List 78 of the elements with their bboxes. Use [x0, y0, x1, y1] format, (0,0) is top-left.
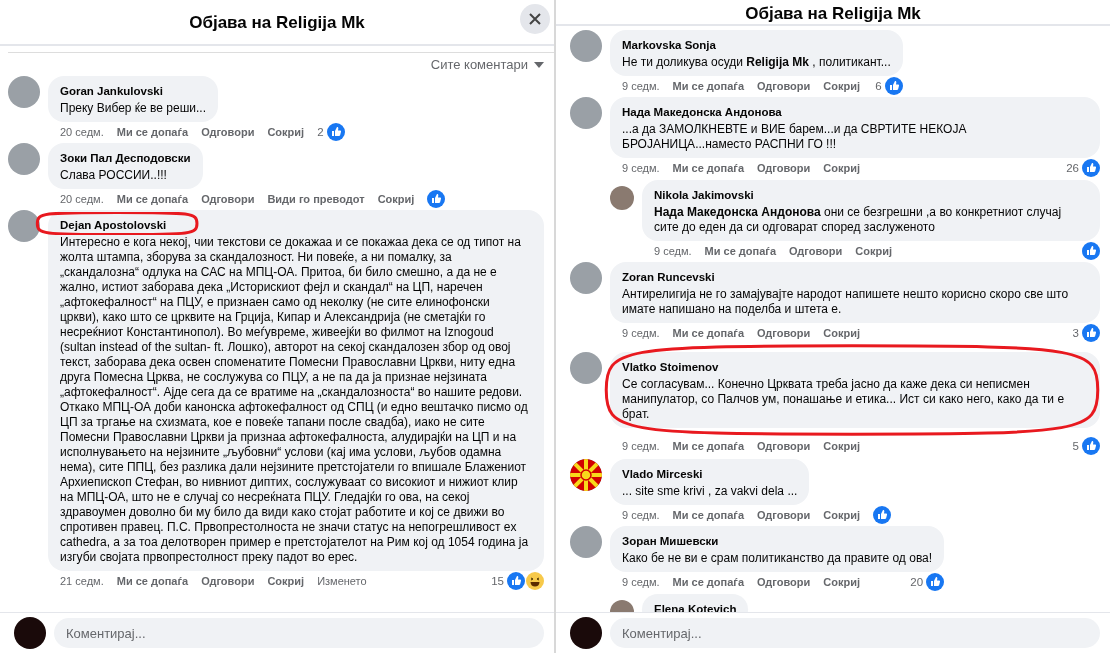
timestamp[interactable]: 9 седм.: [622, 327, 660, 339]
close-button[interactable]: [520, 4, 550, 34]
timestamp[interactable]: 9 седм.: [622, 440, 660, 452]
comment-text: ...а да ЗАМОЛКНЕВТЕ и ВИЕ барем...и да СВРТИТЕ НЕКОЈА БРОЈАНИЦА...наместо РАСПНИ ГО !!!: [622, 122, 968, 152]
timestamp[interactable]: 20 седм.: [60, 193, 104, 205]
action-link[interactable]: Ми се допаѓа: [704, 245, 777, 257]
action-link[interactable]: Одговори: [757, 440, 811, 452]
action-link[interactable]: Ми се допаѓа: [116, 193, 189, 205]
action-link[interactable]: Сокриј: [823, 327, 860, 339]
comment-text: Се согласувам... Конечно Црквата треба јасно да каже дека си неписмен манипулатор, со Палчов ум, понашање и етика... Ист си како него, како да ти е брат.: [622, 377, 1066, 422]
action-link[interactable]: Сокриј: [267, 126, 305, 138]
author-name[interactable]: Зоки Пал Десподовски: [60, 151, 191, 165]
action-link[interactable]: Сокриј: [823, 440, 860, 452]
timestamp[interactable]: 9 седм.: [622, 162, 660, 174]
author-name[interactable]: Nikola Jakimovski: [654, 188, 754, 202]
action-link[interactable]: Одговори: [757, 327, 811, 339]
dialog-title: Објава на Religija Mk: [745, 3, 921, 24]
author-name[interactable]: Markovska Sonja: [622, 38, 716, 52]
action-link[interactable]: Ми се допаѓа: [116, 575, 189, 587]
action-link[interactable]: Сокриј: [823, 162, 860, 174]
sort-dropdown[interactable]: Сите коментари: [430, 53, 544, 76]
reaction-count[interactable]: 5: [1072, 440, 1079, 452]
action-link[interactable]: Ми се допаѓа: [672, 80, 745, 92]
author-name[interactable]: Нада Македонска Андонова: [622, 105, 782, 119]
action-link[interactable]: Сокриј: [823, 80, 860, 92]
timestamp[interactable]: 20 седм.: [60, 126, 104, 138]
comment-text: Како бе не ви е срам политиканство да правите од ова!: [622, 551, 933, 566]
action-link[interactable]: Сокриј: [267, 575, 305, 587]
author-name[interactable]: Vlado Mirceski: [622, 467, 703, 481]
action-link[interactable]: Одговори: [757, 80, 811, 92]
comment-text: Преку Вибер ќе ве реши...: [60, 101, 206, 116]
reaction-count[interactable]: 3: [1072, 327, 1079, 339]
reaction-count[interactable]: 2: [317, 126, 324, 138]
timestamp[interactable]: 9 седм.: [654, 245, 692, 257]
comment-text: Не ти доликува осуди Religija Mk , политикант...: [622, 55, 891, 70]
dialog-title: Објава на Religija Mk: [189, 12, 365, 33]
comment-field[interactable]: Коментирај...: [54, 618, 544, 648]
action-link[interactable]: Ми се допаѓа: [672, 509, 745, 521]
reaction-count[interactable]: 15: [491, 575, 504, 587]
close-icon: [529, 13, 541, 25]
action-link[interactable]: Ми се допаѓа: [672, 327, 745, 339]
action-link[interactable]: Одговори: [201, 126, 255, 138]
action-link[interactable]: Сокриј: [823, 576, 860, 588]
action-link[interactable]: Види го преводот: [267, 193, 365, 205]
timestamp[interactable]: 9 седм.: [622, 509, 660, 521]
action-link[interactable]: Сокриј: [377, 193, 415, 205]
timestamp[interactable]: 9 седм.: [622, 576, 660, 588]
comment-text: ... site sme krivi , za vakvi dela ...: [622, 484, 798, 499]
reaction-count[interactable]: 20: [910, 576, 924, 588]
action-link[interactable]: Одговори: [201, 193, 255, 205]
action-link[interactable]: Ми се допаѓа: [116, 126, 189, 138]
timestamp[interactable]: 9 седм.: [622, 80, 660, 92]
action-link[interactable]: Ми се допаѓа: [672, 440, 745, 452]
action-link[interactable]: Одговори: [201, 575, 255, 587]
edited-label: Изменето: [317, 575, 367, 587]
action-link[interactable]: Одговори: [757, 576, 811, 588]
author-name[interactable]: Зоран Мишевски: [622, 534, 719, 548]
caret-icon: [534, 61, 544, 68]
action-link[interactable]: Одговори: [789, 245, 843, 257]
action-link[interactable]: Одговори: [757, 509, 811, 521]
author-name[interactable]: Goran Jankulovski: [60, 84, 163, 98]
author-name[interactable]: Vlatko Stoimenov: [622, 360, 719, 374]
action-link[interactable]: Сокриј: [823, 509, 860, 521]
comment-text: Нада Македонска Андонова они се безгрешни ,а во конкретниот случај сите до еден да си одговарат според заслуженото: [654, 205, 1063, 235]
action-link[interactable]: Ми се допаѓа: [672, 162, 745, 174]
comment-text: Слава РОССИИ..!!!: [60, 168, 168, 183]
comment-text: Антирелигија не го замајувајте народот напишете нешто корисно скоро све што имате напишано на поделба и штета е.: [622, 287, 1070, 317]
reaction-count[interactable]: 6: [875, 80, 882, 92]
reaction-count[interactable]: 26: [1066, 162, 1079, 174]
action-link[interactable]: Ми се допаѓа: [672, 576, 745, 588]
comment-text: Интересно е кога некој, чии текстови се докажаа и се покажаа дека се од типот на жолта штампа, зборува за скандалозност. Ни повеќе, а ни помалку, за „скандалозна“ одлука на САС на МПЦ-ОА. Притоа, би било смешно, а да не е жално, истиот заборава дека „Историскиот фејл и скандал“ на ЦП, наречен „афтокефалност“ на ПЦУ, е признаен само од неколку (не сите елинофонски цркви), како што се црквите на Грција, Кипар и Александрија (не сметајќи го несреќниот Константинопол). Во меѓувреме, живеејќи во филмот на Iznogoud (sultan instead of the sultan- ft. Лошко), авторот на секој скандалозен збор од овој текст, заборава дека освен споменатите Помесни Православни Цркви, ниту една друга Помесна Црква, не сослужува со ПЦУ, а не па да ја признае нејзината „афтокефалност“. Ајде сега да се вратиме на „скандалозноста“ во нашите редови. Откако МПЦ-ОА доби канонска афтокефалност од СПЦ (и едно вештачко писмо од ЦП за тргање на схизмата, кое е повеќе тапани после свадба), иако не сите Помесни Православни Цркви ја признаа афтокефалноста, алудирајќи на ЦП и на исполнувањето на нејзините „љубовни“ услови (кај има услови, љубов одамна нема), сите ППЦ, без разлика дали нејзините претстојатели го впишале Блажениот Архиепископ Стефан, во нивниот диптих, сослужуваат со високиот и нижиот клир на МПЦ-ОА, што не е случај со несреќната ПЦУ. Гледајќи го ова, на секој здравоумен доволно би му било да види како стојат работите и кој се движи во спротивен правец. П.С. Првопрестолноста не значи статус на непогрешливост ex cathedra, а за тоа делотворен пример е претстојателот на Рим кој од 1054 година ја изгуби својата првопрестолност преку падот во ерес.: [60, 235, 530, 565]
author-name[interactable]: Zoran Runcevski: [622, 270, 715, 284]
avatar[interactable]: [14, 617, 46, 649]
avatar[interactable]: [570, 617, 602, 649]
timestamp[interactable]: 21 седм.: [60, 575, 104, 587]
comment-field[interactable]: Коментирај...: [610, 618, 1100, 648]
action-link[interactable]: Сокриј: [855, 245, 892, 257]
action-link[interactable]: Одговори: [757, 162, 811, 174]
